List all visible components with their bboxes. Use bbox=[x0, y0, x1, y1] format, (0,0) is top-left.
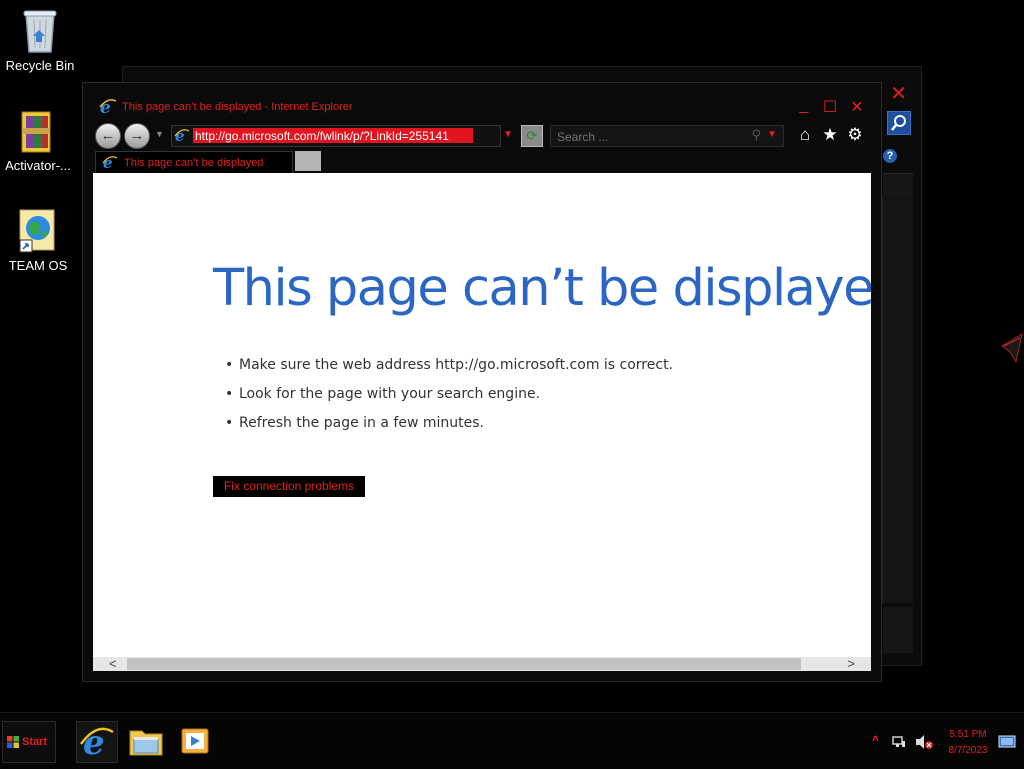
error-tips-list: Make sure the web address http://go.micr… bbox=[225, 355, 673, 442]
forward-arrow-icon: → bbox=[129, 127, 145, 144]
start-label: Start bbox=[22, 736, 48, 748]
clock-date: 8/7/2023 bbox=[948, 745, 988, 756]
title-bar[interactable]: e This page can’t be displayed - Interne… bbox=[83, 83, 881, 119]
start-button[interactable]: Start bbox=[2, 721, 56, 763]
new-tab-button[interactable] bbox=[295, 151, 321, 171]
history-dropdown-icon[interactable]: ▼ bbox=[155, 129, 164, 139]
error-heading: This page can’t be displayed bbox=[213, 259, 871, 318]
search-box[interactable]: ⚲ ▼ bbox=[550, 125, 784, 147]
help-icon[interactable]: ? bbox=[883, 149, 897, 163]
background-window-footer bbox=[883, 607, 913, 653]
scrollbar-thumb[interactable] bbox=[127, 658, 801, 670]
favorites-star-icon[interactable]: ★ bbox=[819, 125, 841, 145]
background-window-close-button[interactable]: ✕ bbox=[890, 81, 907, 106]
clock-time: 5:51 PM bbox=[949, 729, 987, 740]
refresh-button[interactable]: ⟳ bbox=[521, 125, 543, 147]
internet-explorer-window: e This page can’t be displayed - Interne… bbox=[82, 82, 882, 682]
address-input[interactable] bbox=[193, 128, 473, 143]
winrar-archive-icon bbox=[16, 108, 60, 154]
refresh-icon: ⟳ bbox=[526, 128, 538, 143]
windows-logo-icon bbox=[7, 736, 19, 748]
forward-button[interactable]: → bbox=[124, 123, 150, 149]
error-tip: Look for the page with your search engin… bbox=[225, 384, 673, 413]
activator-label: Activator-... bbox=[5, 158, 71, 173]
show-hidden-icons-icon[interactable]: ^ bbox=[872, 733, 879, 747]
taskbar-media-player[interactable] bbox=[176, 721, 216, 761]
page-ie-icon: e bbox=[174, 128, 190, 144]
desktop-icon-team-os[interactable]: TEAM OS bbox=[0, 208, 78, 273]
desktop: Recycle Bin Activator-... TEAM OS ✕ ? e … bbox=[0, 0, 1024, 712]
action-center-icon[interactable] bbox=[998, 735, 1016, 749]
system-clock[interactable]: 5:51 PM 8/7/2023 bbox=[940, 727, 996, 759]
taskbar-internet-explorer[interactable]: e bbox=[76, 721, 118, 763]
search-input[interactable] bbox=[555, 128, 749, 145]
desktop-icon-recycle-bin[interactable]: Recycle Bin bbox=[0, 8, 80, 73]
error-tip: Refresh the page in a few minutes. bbox=[225, 413, 673, 442]
recycle-bin-icon bbox=[18, 8, 62, 54]
volume-muted-icon[interactable] bbox=[914, 733, 934, 751]
tab-ie-icon: e bbox=[102, 155, 118, 171]
background-search-icon[interactable] bbox=[887, 111, 911, 135]
tab-row: e This page can’t be displayed bbox=[95, 151, 881, 174]
address-bar[interactable]: e bbox=[171, 125, 501, 147]
taskbar-file-explorer[interactable] bbox=[126, 721, 166, 761]
taskbar: Start e ^ 5:51 PM 8/7/2023 bbox=[0, 712, 1024, 769]
media-player-icon bbox=[181, 728, 209, 754]
scroll-right-icon[interactable]: > bbox=[847, 656, 855, 671]
back-arrow-icon: ← bbox=[100, 127, 116, 144]
tab-current[interactable]: e This page can’t be displayed bbox=[95, 151, 293, 174]
internet-explorer-icon: e bbox=[99, 98, 117, 116]
scroll-left-icon[interactable]: < bbox=[109, 656, 117, 671]
horizontal-scrollbar[interactable]: < > bbox=[93, 656, 871, 671]
window-title: This page can’t be displayed - Internet … bbox=[122, 101, 353, 113]
network-icon[interactable] bbox=[892, 735, 906, 749]
recycle-bin-label: Recycle Bin bbox=[5, 58, 75, 73]
background-window-scrollbar[interactable] bbox=[882, 197, 913, 603]
background-window-panel bbox=[883, 173, 913, 198]
file-explorer-icon bbox=[129, 730, 163, 756]
home-icon[interactable]: ⌂ bbox=[794, 125, 816, 145]
wallpaper-logo-icon bbox=[1001, 332, 1023, 364]
maximize-button[interactable]: ☐ bbox=[819, 97, 841, 117]
desktop-icon-activator[interactable]: Activator-... bbox=[0, 108, 78, 173]
team-os-label: TEAM OS bbox=[8, 258, 68, 273]
search-dropdown-icon[interactable]: ▼ bbox=[767, 129, 777, 140]
navigation-bar: ← → ▼ e ▼ ⟳ ⚲ ▼ ⌂ ★ bbox=[83, 121, 881, 151]
error-tip: Make sure the web address http://go.micr… bbox=[225, 355, 673, 384]
back-button[interactable]: ← bbox=[95, 123, 121, 149]
fix-connection-button[interactable]: Fix connection problems bbox=[213, 476, 365, 497]
search-icon[interactable]: ⚲ bbox=[751, 127, 761, 143]
settings-gear-icon[interactable]: ⚙ bbox=[844, 125, 866, 145]
internet-explorer-icon: e bbox=[79, 723, 114, 763]
page-content: This page can’t be displayed Make sure t… bbox=[93, 173, 871, 657]
close-button[interactable]: ✕ bbox=[846, 97, 868, 117]
tab-title: This page can’t be displayed bbox=[124, 157, 264, 169]
minimize-button[interactable]: _ bbox=[793, 97, 815, 115]
address-dropdown-icon[interactable]: ▼ bbox=[503, 129, 513, 140]
globe-shortcut-icon bbox=[16, 208, 60, 254]
